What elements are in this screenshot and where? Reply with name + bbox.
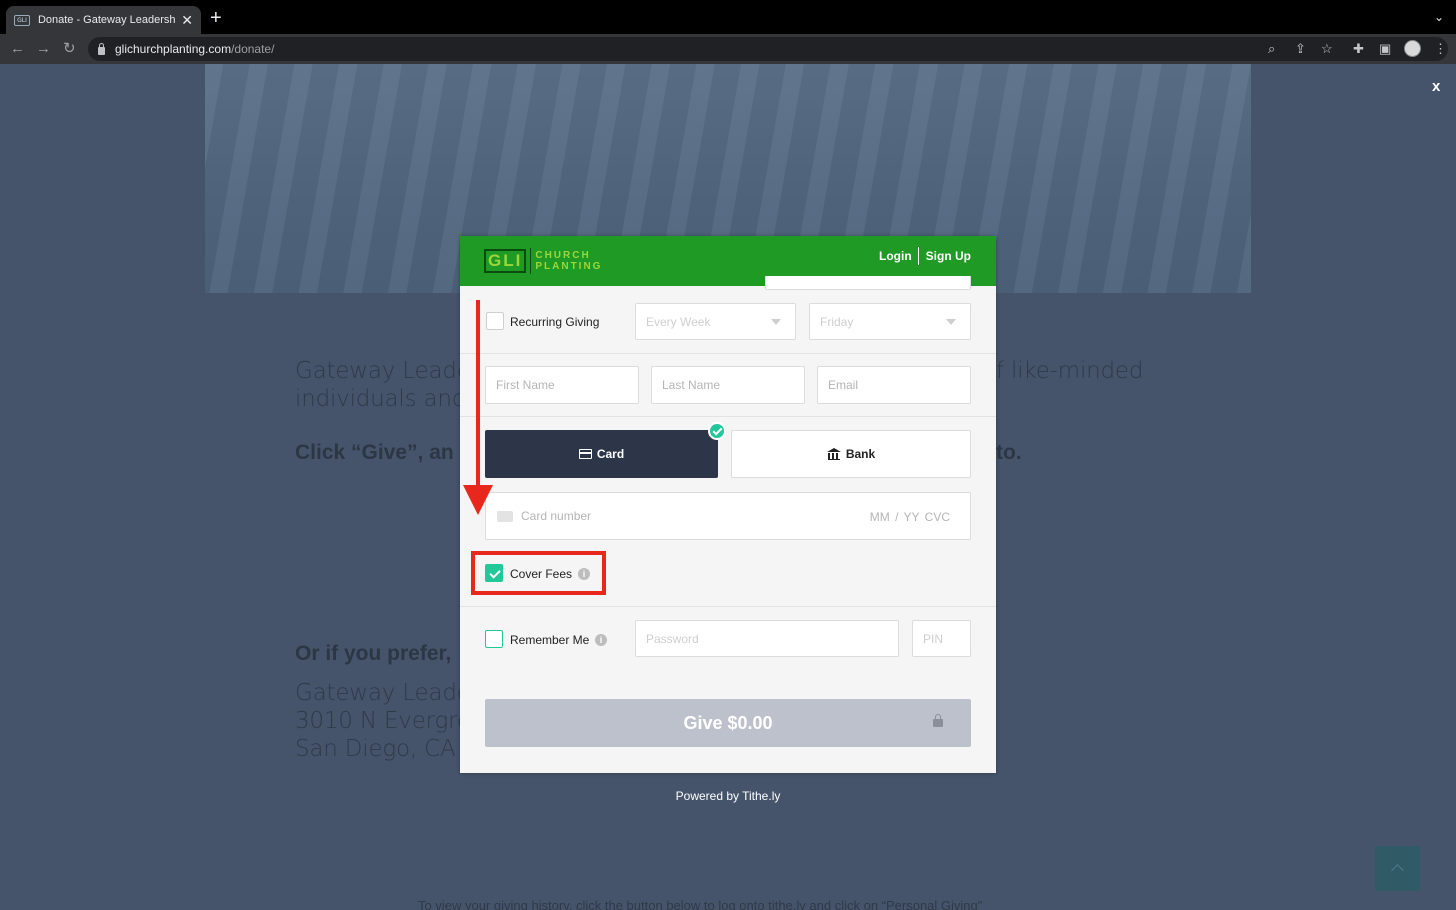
zoom-icon[interactable]: ⌕ <box>1268 41 1275 57</box>
logo-line-2: PLANTING <box>535 261 603 272</box>
signup-link[interactable]: Sign Up <box>926 249 971 263</box>
back-icon[interactable]: ← <box>10 40 25 58</box>
browser-tabstrip: GLI Donate - Gateway Leadership I ✕ + ⌄ <box>0 0 1456 34</box>
browser-toolbar: ← → ↻ glichurchplanting.com/donate/ ⌕ ⇪ … <box>0 34 1456 64</box>
chevron-down-icon <box>771 319 781 325</box>
url-path: /donate/ <box>231 42 275 56</box>
tab-close-icon[interactable]: ✕ <box>181 12 193 29</box>
card-label: Card <box>596 447 625 461</box>
cta-text-right: to. <box>996 441 1022 464</box>
last-name-input[interactable]: Last Name <box>651 366 805 404</box>
intro-text-right: f like-minded <box>996 358 1144 384</box>
address-line-1: Gateway Leade <box>295 680 471 706</box>
give-label: Give $0.00 <box>683 712 773 733</box>
email-input[interactable]: Email <box>817 366 971 404</box>
lock-icon <box>98 42 105 55</box>
card-number-placeholder: Card number <box>521 509 592 523</box>
url-host: glichurchplanting.com <box>115 42 232 56</box>
day-select[interactable]: Friday <box>809 303 971 340</box>
bank-icon <box>826 448 841 460</box>
give-button[interactable]: Give $0.00 <box>485 699 971 747</box>
login-link[interactable]: Login <box>879 249 912 263</box>
giving-history-text: To view your giving history, click the b… <box>418 898 983 910</box>
first-name-input[interactable]: First Name <box>485 366 639 404</box>
profile-avatar[interactable] <box>1404 40 1421 57</box>
close-overlay-button[interactable]: x <box>1432 78 1440 95</box>
intro-text-line2: individuals and c <box>295 386 486 412</box>
padlock-icon <box>933 714 943 727</box>
logo-line-1: CHURCH <box>535 250 591 261</box>
gli-logo: GLI CHURCH PLANTING <box>484 248 602 274</box>
donation-modal: GLI CHURCH PLANTING Login Sign Up Recurr… <box>460 236 996 773</box>
recurring-giving-checkbox[interactable] <box>486 312 504 330</box>
powered-by-tithely: Powered by Tithe.ly <box>675 789 781 803</box>
day-value: Friday <box>820 314 854 329</box>
reload-icon[interactable]: ↻ <box>63 40 76 58</box>
remember-me-checkbox[interactable] <box>485 630 503 648</box>
logo-mark: GLI <box>484 249 527 273</box>
menu-icon[interactable]: ⋮ <box>1434 41 1447 57</box>
site-favicon-icon: GLI <box>14 14 30 26</box>
browser-tab-donate[interactable]: GLI Donate - Gateway Leadership I ✕ <box>6 6 201 34</box>
forward-icon[interactable]: → <box>36 40 51 58</box>
alt-giving-heading: Or if you prefer, <box>295 642 452 665</box>
annotation-highlight-box <box>471 551 606 595</box>
cta-text-left: Click “Give”, an <box>295 441 454 464</box>
address-line-2: 3010 N Evergree <box>295 708 485 734</box>
frequency-select[interactable]: Every Week <box>635 303 796 340</box>
annotation-arrow-head <box>463 485 493 515</box>
recurring-giving-label: Recurring Giving <box>510 315 600 329</box>
amount-field-bottom-edge[interactable] <box>765 276 971 290</box>
tab-search-chevron-icon[interactable]: ⌄ <box>1434 10 1444 24</box>
card-brand-icon <box>497 510 513 522</box>
payment-method-card-button[interactable]: Card <box>485 430 718 478</box>
expiry-cvc-placeholder: MM / YY CVC <box>869 510 950 524</box>
chevron-down-icon <box>946 319 956 325</box>
password-input[interactable]: Password <box>635 620 899 657</box>
new-tab-icon[interactable]: + <box>210 8 222 28</box>
frequency-value: Every Week <box>646 314 711 329</box>
credit-card-icon <box>578 449 592 459</box>
share-icon[interactable]: ⇪ <box>1295 41 1306 57</box>
bank-label: Bank <box>845 447 876 461</box>
remember-me-info-icon[interactable]: i <box>595 634 607 646</box>
scroll-to-top-button[interactable] <box>1375 846 1420 891</box>
intro-text-left: Gateway Leade <box>295 358 471 384</box>
remember-me-label: Remember Me <box>510 633 590 647</box>
selected-check-icon <box>708 422 726 440</box>
address-bar[interactable]: glichurchplanting.com/donate/ <box>88 37 1448 61</box>
card-number-input[interactable]: Card number MM / YY CVC <box>485 492 971 540</box>
bookmark-star-icon[interactable]: ☆ <box>1321 41 1333 57</box>
extensions-icon[interactable]: ✚ <box>1353 41 1364 57</box>
side-panel-icon[interactable]: ▣ <box>1379 41 1391 57</box>
tab-title: Donate - Gateway Leadership I <box>37 14 176 26</box>
annotation-arrow-shaft <box>476 300 480 490</box>
payment-method-bank-button[interactable]: Bank <box>731 430 971 478</box>
pin-input[interactable]: PIN <box>912 620 971 657</box>
